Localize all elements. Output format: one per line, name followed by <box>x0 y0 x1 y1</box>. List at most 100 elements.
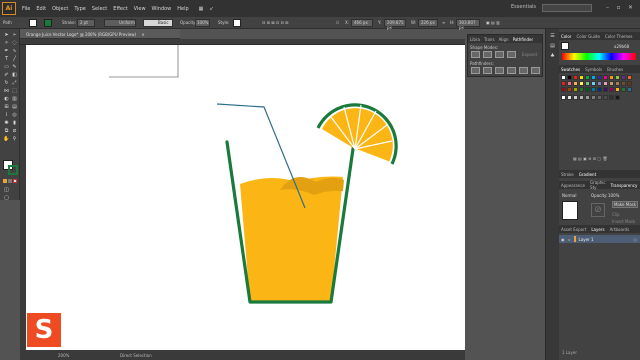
tab-color[interactable]: Color <box>561 34 571 39</box>
menu-window[interactable]: Window <box>152 6 172 12</box>
exclude-button[interactable] <box>507 51 516 58</box>
close-icon[interactable]: ✕ <box>626 3 635 12</box>
make-mask-button[interactable]: Make Mask <box>612 201 638 208</box>
trim-button[interactable] <box>483 67 492 74</box>
hex-field[interactable]: a29b68 <box>614 44 629 49</box>
minus-front-button[interactable] <box>483 51 492 58</box>
stroke-weight-field[interactable]: 2 pt <box>77 19 95 27</box>
selection-tool-icon[interactable]: ➤ <box>3 32 10 38</box>
stroke-swatch[interactable] <box>44 19 52 27</box>
mesh-tool-icon[interactable]: ⊞ <box>3 104 10 110</box>
blend-mode-select[interactable]: Normal <box>562 193 576 198</box>
zoom-tool-icon[interactable]: ⚲ <box>11 136 18 142</box>
layer-name[interactable]: Layer 1 <box>579 237 594 242</box>
tab-asset-export[interactable]: Asset Export <box>561 227 586 232</box>
scale-tool-icon[interactable]: ⤢ <box>11 80 18 86</box>
tab-color-guide[interactable]: Color Guide <box>576 34 599 39</box>
clip-checkbox[interactable]: Clip <box>612 212 620 217</box>
artwork[interactable] <box>26 45 465 350</box>
tab-graphic-styles[interactable]: Graphic Sty <box>590 180 606 190</box>
tab-transform[interactable]: Trans <box>484 37 495 42</box>
lock-toggle[interactable]: ▸ <box>569 237 571 242</box>
perspective-grid-tool-icon[interactable]: ▥ <box>11 96 18 102</box>
shape-builder-tool-icon[interactable]: ◐ <box>3 96 10 102</box>
minimize-icon[interactable]: – <box>603 3 612 12</box>
arrange-docs-icon[interactable]: ▦ <box>199 6 204 12</box>
constrain-link-icon[interactable]: ∞ <box>442 20 445 25</box>
maximize-icon[interactable]: ▫ <box>614 3 623 12</box>
rectangle-tool-icon[interactable]: ▭ <box>3 64 10 70</box>
graph-tool-icon[interactable]: ▮ <box>11 120 18 126</box>
magic-wand-tool-icon[interactable]: ✧ <box>3 40 10 46</box>
tab-artboards[interactable]: Artboards <box>610 227 630 232</box>
tab-symbols[interactable]: Symbols <box>585 67 602 72</box>
direct-selection-tool-icon[interactable]: ➢ <box>11 32 18 38</box>
type-tool-icon[interactable]: T <box>3 56 10 62</box>
color-mode-buttons[interactable] <box>3 179 18 184</box>
outline-button[interactable] <box>519 67 528 74</box>
intersect-button[interactable] <box>495 51 504 58</box>
divide-button[interactable] <box>471 67 480 74</box>
tab-libraries[interactable]: Libra <box>470 37 480 42</box>
style-swatch[interactable] <box>233 19 241 27</box>
y-field[interactable]: 209.875 px <box>384 19 406 30</box>
tab-gradient[interactable]: Gradient <box>579 172 596 177</box>
layer-row[interactable]: ◉ ▸ Layer 1 ○ <box>559 235 640 243</box>
tab-pathfinder[interactable]: Pathfinder <box>513 37 534 42</box>
hand-tool-icon[interactable]: ✋ <box>3 136 10 142</box>
crop-button[interactable] <box>507 67 516 74</box>
zoom-level[interactable]: 200% <box>58 353 69 358</box>
blend-tool-icon[interactable]: ◎ <box>11 112 18 118</box>
tab-stroke[interactable]: Stroke <box>561 172 574 177</box>
artboard-tool-icon[interactable]: ⧉ <box>3 128 10 134</box>
eyedropper-tool-icon[interactable]: ⌇ <box>3 112 10 118</box>
fill-swatch[interactable] <box>29 19 37 27</box>
stock-search-input[interactable] <box>542 4 592 12</box>
symbols-icon[interactable]: ♣ <box>549 53 556 59</box>
color-spectrum[interactable] <box>562 53 636 60</box>
menu-file[interactable]: File <box>22 6 30 12</box>
menu-type[interactable]: Type <box>74 6 85 12</box>
rotate-tool-icon[interactable]: ↻ <box>3 80 10 86</box>
tab-align[interactable]: Align <box>499 37 509 42</box>
tab-layers[interactable]: Layers <box>591 227 604 232</box>
paintbrush-tool-icon[interactable]: ✎ <box>11 64 18 70</box>
width-field[interactable]: 226 px <box>418 19 438 27</box>
lasso-tool-icon[interactable]: ◌ <box>11 40 18 46</box>
color-fill-proxy[interactable] <box>561 42 569 50</box>
expand-button[interactable]: Expand <box>522 52 537 57</box>
tab-brushes[interactable]: Brushes <box>607 67 623 72</box>
tab-transparency[interactable]: Transparency <box>611 183 638 188</box>
unite-button[interactable] <box>471 51 480 58</box>
curvature-tool-icon[interactable]: ∿ <box>11 48 18 54</box>
tab-appearance[interactable]: Appearance <box>561 183 585 188</box>
libraries-icon[interactable]: ▤ <box>549 43 556 49</box>
menu-effect[interactable]: Effect <box>113 6 127 12</box>
artboard-canvas[interactable] <box>26 45 465 350</box>
height-field[interactable]: 303.807 px <box>456 19 480 30</box>
document-tab[interactable]: Orange Juice Vector Logo* @ 200% (RGB/GP… <box>20 29 180 39</box>
menu-object[interactable]: Object <box>52 6 68 12</box>
merge-button[interactable] <box>495 67 504 74</box>
line-tool-icon[interactable]: ╱ <box>11 56 18 62</box>
tab-color-themes[interactable]: Color Themes <box>605 34 633 39</box>
stroke-profile-select[interactable]: Uniform <box>104 19 136 27</box>
menu-select[interactable]: Select <box>92 6 107 12</box>
target-icon[interactable]: ○ <box>634 237 638 242</box>
shaper-tool-icon[interactable]: ✐ <box>3 72 10 78</box>
slice-tool-icon[interactable]: ⧄ <box>11 128 18 134</box>
swatch-panel-buttons[interactable]: ▦ ▤ ▣ ⊕ ⊞ ▢ 🗑 <box>573 156 635 162</box>
workspace-switcher[interactable]: Essentials <box>511 4 536 10</box>
gpu-rocket-icon[interactable]: ➶ <box>209 6 213 12</box>
status-tool[interactable]: Direct Selection <box>120 353 152 358</box>
tab-swatches[interactable]: Swatches <box>561 67 580 72</box>
properties-icon[interactable]: ☰ <box>549 33 556 39</box>
visibility-eye-icon[interactable]: ◉ <box>561 237 565 242</box>
swatch-grid[interactable] <box>561 75 637 117</box>
menu-help[interactable]: Help <box>177 6 188 12</box>
width-tool-icon[interactable]: ⋈ <box>3 88 10 94</box>
screen-mode-icon[interactable]: ▢ <box>3 195 10 201</box>
menu-view[interactable]: View <box>134 6 146 12</box>
opacity-field[interactable]: 100% <box>195 19 210 27</box>
invert-mask-checkbox[interactable]: Invert Mask <box>612 219 635 224</box>
